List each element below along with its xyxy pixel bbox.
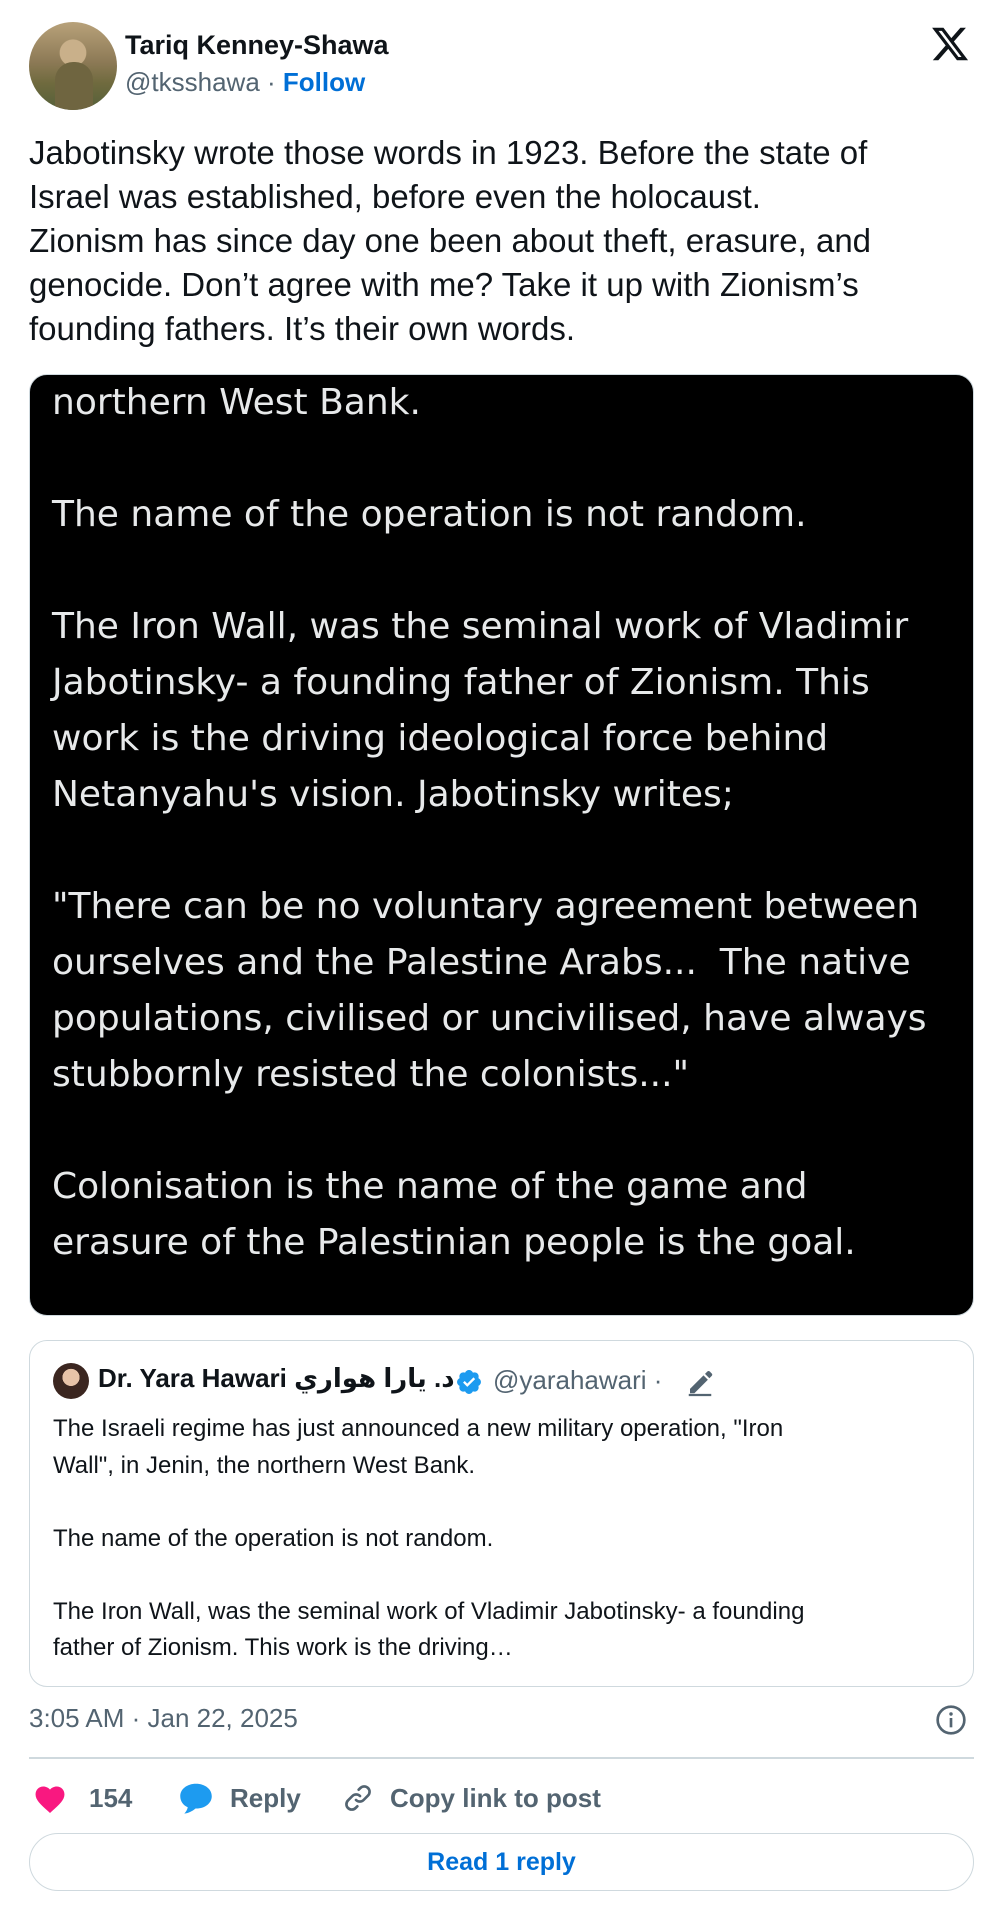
author-name[interactable]: Tariq Kenney-Shawa	[125, 30, 389, 61]
heart-icon	[35, 1786, 65, 1814]
post-text: Jabotinsky wrote those words in 1923. Be…	[29, 134, 872, 347]
author-handle[interactable]: @tksshawa	[125, 67, 260, 97]
image-screenshot-text: northern West Bank. The name of the oper…	[52, 382, 927, 1263]
author-avatar[interactable]	[29, 22, 117, 110]
divider	[29, 1757, 974, 1759]
link-icon	[345, 1785, 371, 1811]
quoted-author-handle: @yarahawari ·	[493, 1365, 663, 1395]
reply-button[interactable]: Reply	[178, 1778, 301, 1818]
verified-badge-icon	[457, 1370, 481, 1394]
post-image[interactable]: northern West Bank. The name of the oper…	[29, 374, 974, 1316]
embedded-post: Tariq Kenney-Shawa @tksshawa · Follow Ja…	[0, 0, 1003, 1920]
follow-link[interactable]: Follow	[283, 67, 365, 97]
quoted-post-text: The Israeli regime has just announced a …	[53, 1415, 805, 1661]
author-handle-line: @tksshawa · Follow	[125, 67, 365, 98]
pencil-icon	[688, 1371, 713, 1397]
reply-label: Reply	[230, 1782, 301, 1813]
quoted-author-name: Dr. Yara Hawari د. يارا هواري	[98, 1363, 455, 1393]
like-button[interactable]: 154	[33, 1778, 132, 1818]
handle-separator: ·	[267, 67, 276, 97]
copy-link-button[interactable]: Copy link to post	[342, 1778, 601, 1818]
info-icon[interactable]	[935, 1704, 967, 1736]
quoted-post[interactable]: Dr. Yara Hawari د. يارا هواري @yarahawar…	[29, 1340, 974, 1687]
post-timestamp[interactable]: 3:05 AM · Jan 22, 2025	[29, 1703, 298, 1734]
read-replies-button[interactable]: Read 1 reply	[29, 1833, 974, 1891]
copy-link-label: Copy link to post	[390, 1782, 601, 1813]
reply-bubble-icon	[180, 1783, 212, 1814]
x-logo-icon[interactable]	[928, 24, 972, 64]
like-count: 154	[89, 1782, 133, 1813]
quoted-author-avatar	[53, 1363, 89, 1399]
